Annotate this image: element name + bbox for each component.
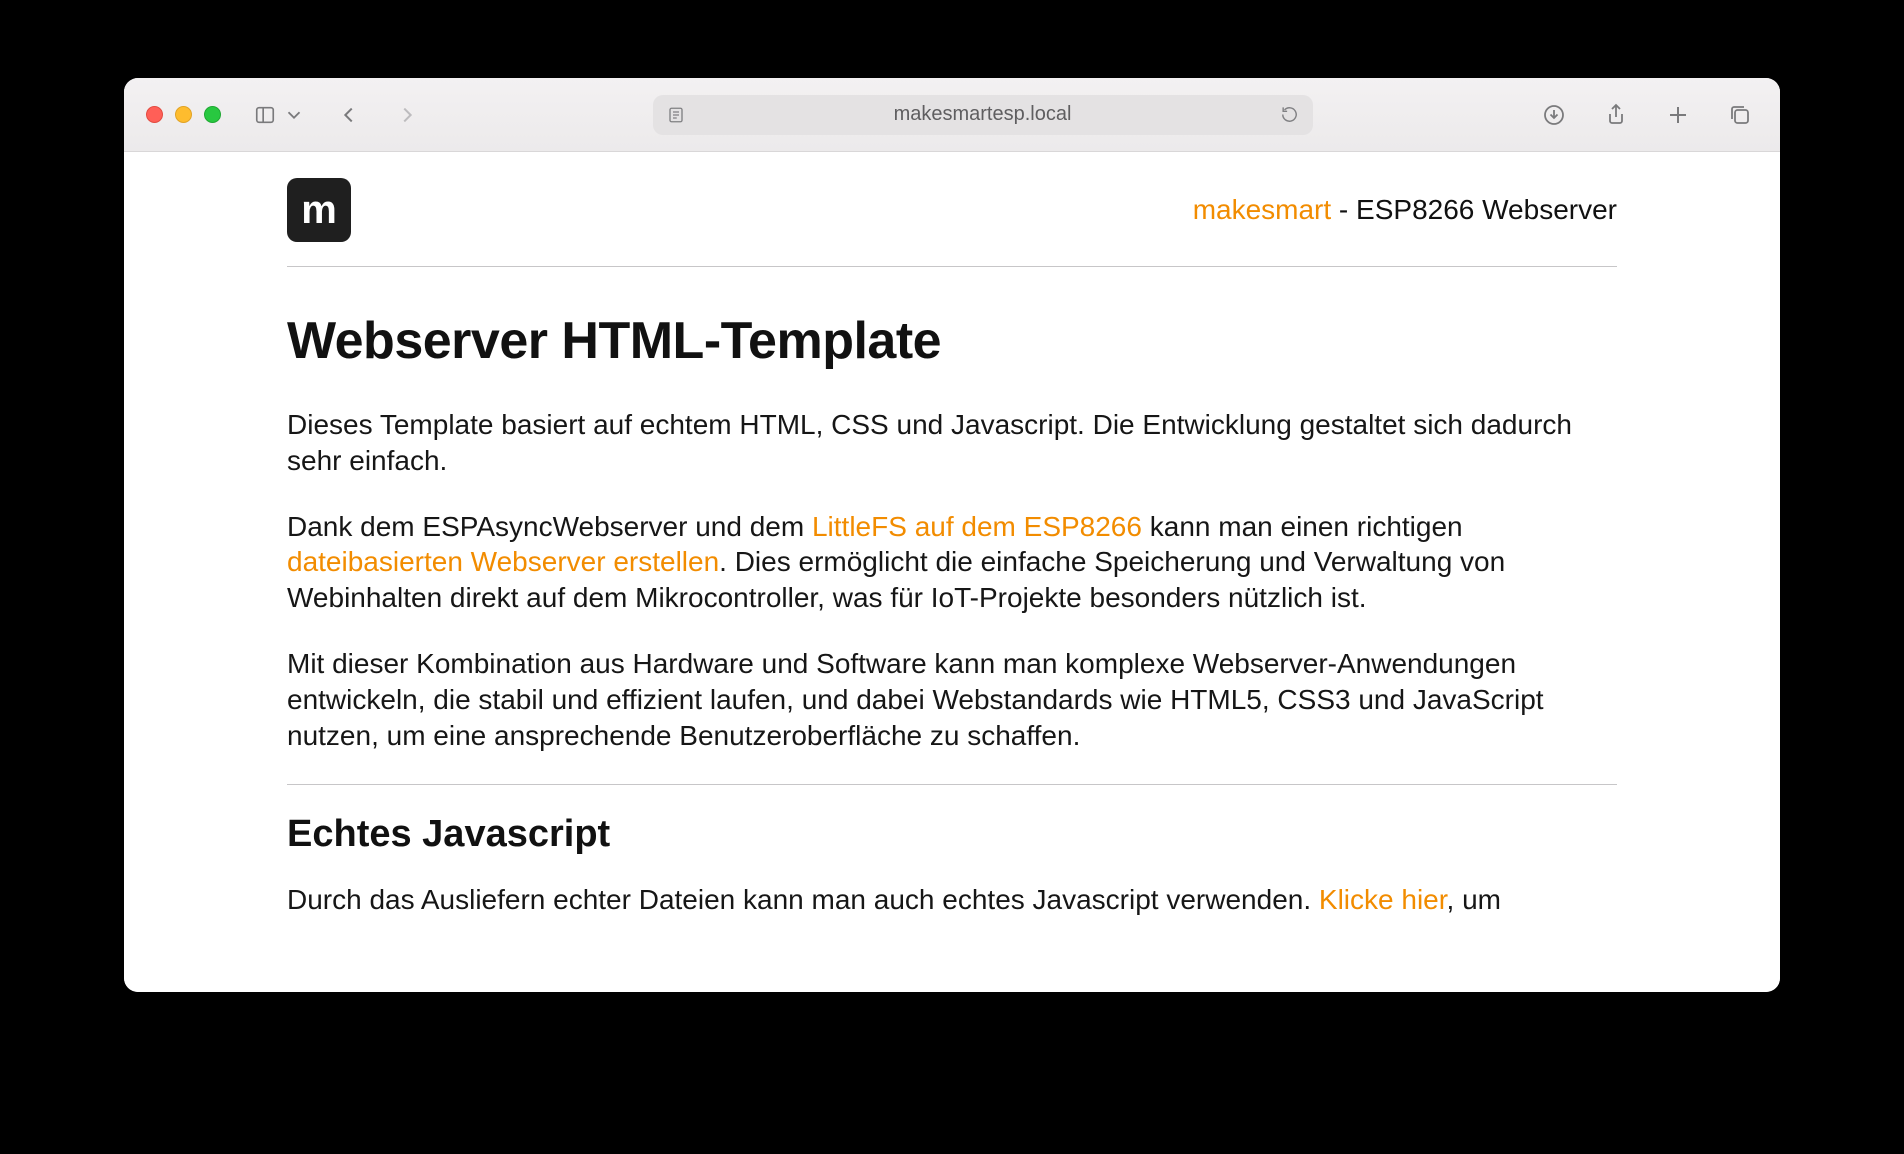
page-viewport: m makesmart - ESP8266 Webserver Webserve… bbox=[124, 152, 1780, 992]
p2-text-pre: Dank dem ESPAsyncWebserver und dem bbox=[287, 511, 812, 542]
site-header: m makesmart - ESP8266 Webserver bbox=[287, 178, 1617, 266]
site-logo[interactable]: m bbox=[287, 178, 351, 242]
close-window-button[interactable] bbox=[146, 106, 163, 123]
maximize-window-button[interactable] bbox=[204, 106, 221, 123]
url-text: makesmartesp.local bbox=[653, 103, 1313, 126]
header-divider bbox=[287, 266, 1617, 267]
tab-group-dropdown[interactable] bbox=[283, 97, 305, 133]
window-controls bbox=[146, 106, 221, 123]
browser-titlebar: makesmartesp.local bbox=[124, 78, 1780, 152]
section-title-js: Echtes Javascript bbox=[287, 813, 1617, 856]
click-here-link[interactable]: Klicke hier bbox=[1319, 884, 1447, 915]
section-divider bbox=[287, 784, 1617, 785]
p4-text-pre: Durch das Ausliefern echter Dateien kann… bbox=[287, 884, 1319, 915]
title-suffix: - ESP8266 Webserver bbox=[1331, 194, 1617, 225]
new-tab-button[interactable] bbox=[1660, 97, 1696, 133]
brand-link[interactable]: makesmart bbox=[1193, 194, 1331, 225]
sidebar-toggle-button[interactable] bbox=[247, 97, 283, 133]
site-title: makesmart - ESP8266 Webserver bbox=[1193, 194, 1617, 226]
page-title: Webserver HTML-Template bbox=[287, 311, 1617, 371]
filebased-webserver-link[interactable]: dateibasierten Webserver erstellen bbox=[287, 546, 719, 577]
page-content: m makesmart - ESP8266 Webserver Webserve… bbox=[287, 152, 1617, 917]
p4-text-post: , um bbox=[1447, 884, 1501, 915]
browser-window: makesmartesp.local m bbox=[124, 78, 1780, 992]
paragraph-3: Mit dieser Kombination aus Hardware und … bbox=[287, 646, 1617, 753]
paragraph-4: Durch das Ausliefern echter Dateien kann… bbox=[287, 882, 1617, 918]
downloads-button[interactable] bbox=[1536, 97, 1572, 133]
littlefs-link[interactable]: LittleFS auf dem ESP8266 bbox=[812, 511, 1142, 542]
p2-text-mid: kann man einen richtigen bbox=[1142, 511, 1463, 542]
paragraph-2: Dank dem ESPAsyncWebserver und dem Littl… bbox=[287, 509, 1617, 616]
logo-letter: m bbox=[301, 188, 337, 233]
address-bar[interactable]: makesmartesp.local bbox=[653, 95, 1313, 135]
reload-button[interactable] bbox=[1280, 105, 1299, 124]
nav-back-button[interactable] bbox=[331, 97, 367, 133]
site-settings-icon[interactable] bbox=[667, 106, 685, 124]
share-button[interactable] bbox=[1598, 97, 1634, 133]
intro-paragraph: Dieses Template basiert auf echtem HTML,… bbox=[287, 407, 1617, 479]
nav-forward-button[interactable] bbox=[389, 97, 425, 133]
tab-overview-button[interactable] bbox=[1722, 97, 1758, 133]
minimize-window-button[interactable] bbox=[175, 106, 192, 123]
